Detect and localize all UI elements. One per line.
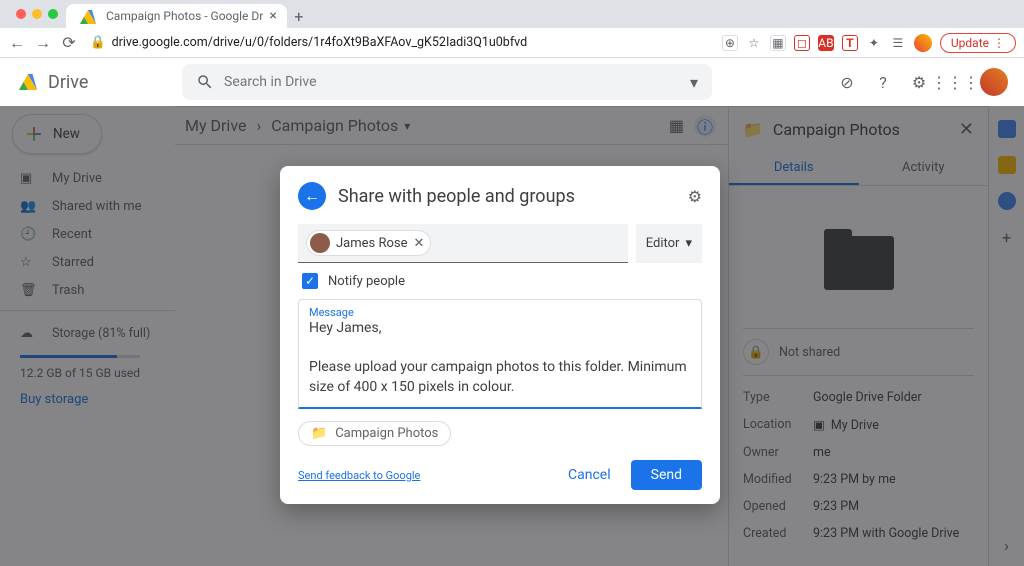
nav-reload-button[interactable]: ⟳ [60, 34, 78, 52]
product-name: Drive [48, 72, 88, 93]
browser-tab[interactable]: Campaign Photos - Google Dr × [66, 4, 287, 28]
traffic-close[interactable] [16, 9, 26, 19]
url-text: drive.google.com/drive/u/0/folders/1r4fo… [112, 35, 528, 50]
search-bar[interactable]: ▾ [182, 64, 712, 100]
nav-forward-button[interactable]: → [34, 34, 52, 52]
drive-header: Drive ▾ ⊘ ? ⚙ ⋮⋮⋮ [0, 58, 1024, 106]
people-input[interactable]: James Rose ✕ [298, 224, 628, 263]
settings-icon[interactable]: ⚙ [908, 71, 930, 93]
drive-logo-icon [16, 70, 40, 94]
search-input[interactable] [224, 74, 680, 90]
browser-tabstrip: Campaign Photos - Google Dr × + [0, 0, 1024, 28]
reading-list-icon[interactable]: ☰ [890, 35, 906, 51]
tab-close-icon[interactable]: × [269, 8, 276, 24]
traffic-zoom[interactable] [48, 9, 58, 19]
dialog-back-button[interactable]: ← [298, 182, 326, 210]
ext-icon[interactable]: ✦ [866, 35, 882, 51]
folder-icon: 📁 [311, 426, 327, 441]
lock-icon: 🔒 [90, 35, 106, 50]
person-chip[interactable]: James Rose ✕ [306, 230, 431, 256]
dialog-settings-icon[interactable]: ⚙ [688, 187, 702, 206]
avatar-icon [310, 233, 330, 253]
message-text: Hey James, Please upload your campaign p… [309, 319, 691, 397]
search-icon [196, 73, 214, 91]
ext-icon[interactable]: T [842, 35, 858, 51]
address-bar[interactable]: 🔒 drive.google.com/drive/u/0/folders/1r4… [86, 35, 714, 50]
notify-checkbox[interactable]: ✓ [302, 273, 318, 289]
browser-toolbar: ← → ⟳ 🔒 drive.google.com/drive/u/0/folde… [0, 28, 1024, 58]
tab-title: Campaign Photos - Google Dr [106, 9, 263, 23]
nav-back-button[interactable]: ← [8, 34, 26, 52]
ext-icon[interactable]: ▦ [770, 35, 786, 51]
ext-icon[interactable]: AB [818, 35, 834, 51]
send-feedback-link[interactable]: Send feedback to Google [298, 469, 420, 482]
ext-icon[interactable]: ⊕ [722, 35, 738, 51]
bookmark-star-icon[interactable]: ☆ [746, 35, 762, 51]
ext-icon[interactable]: ◻ [794, 35, 810, 51]
profile-avatar[interactable] [914, 34, 932, 52]
update-button[interactable]: Update⋮ [940, 33, 1016, 53]
share-dialog: ← Share with people and groups ⚙ James R… [280, 166, 720, 504]
role-dropdown[interactable]: Editor ▾ [636, 224, 702, 263]
dialog-title: Share with people and groups [338, 186, 676, 207]
notify-row[interactable]: ✓ Notify people [298, 263, 702, 291]
traffic-minimize[interactable] [32, 9, 42, 19]
remove-chip-icon[interactable]: ✕ [414, 236, 425, 251]
drive-favicon-icon [76, 4, 100, 28]
chevron-down-icon: ▾ [685, 236, 692, 251]
message-field[interactable]: Message Hey James, Please upload your ca… [298, 299, 702, 409]
message-label: Message [309, 306, 691, 319]
support-icon[interactable]: ? [872, 71, 894, 93]
search-options-icon[interactable]: ▾ [690, 73, 698, 92]
apps-grid-icon[interactable]: ⋮⋮⋮ [944, 71, 966, 93]
attachment-chip: 📁 Campaign Photos [298, 421, 451, 446]
mac-window-controls [8, 0, 66, 28]
new-tab-button[interactable]: + [287, 4, 311, 28]
drive-logo[interactable]: Drive [16, 70, 166, 94]
extension-icons: ⊕ ☆ ▦ ◻ AB T ✦ ☰ [722, 35, 906, 51]
account-avatar[interactable] [980, 68, 1008, 96]
send-button[interactable]: Send [631, 460, 702, 490]
ready-offline-icon[interactable]: ⊘ [836, 71, 858, 93]
cancel-button[interactable]: Cancel [558, 461, 621, 489]
